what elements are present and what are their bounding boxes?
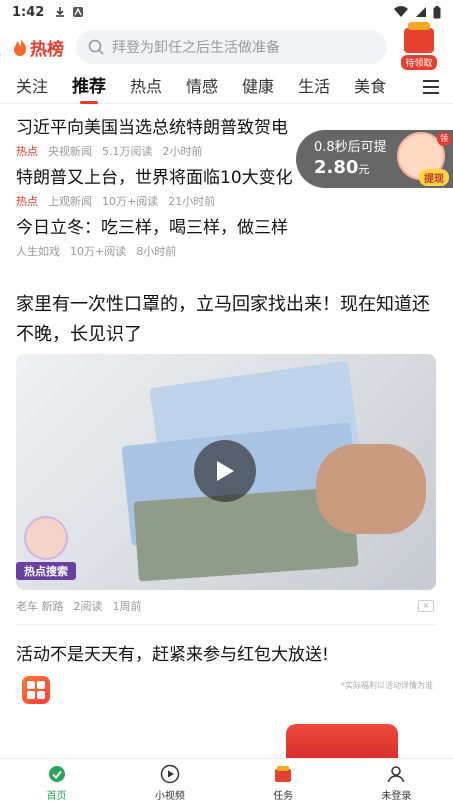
nav-home[interactable]: 首页 <box>0 759 113 806</box>
tab-emotion[interactable]: 情感 <box>186 72 218 104</box>
video-time: 1周前 <box>112 600 142 613</box>
nav-label: 任务 <box>273 791 294 802</box>
logo-text: 热榜 <box>30 39 64 60</box>
flame-icon <box>14 37 27 56</box>
hot-search-badge[interactable]: 热点搜索 <box>16 516 76 580</box>
search-icon <box>88 39 104 55</box>
tab-life[interactable]: 生活 <box>298 72 330 104</box>
promo-note: *实际福利以活动详情为准 <box>341 681 433 690</box>
home-icon <box>46 763 68 785</box>
tab-food[interactable]: 美食 <box>354 72 386 104</box>
news-reads: 10万+阅读 <box>102 195 159 208</box>
status-bar: 1:42 <box>0 0 453 24</box>
download-icon <box>56 7 65 17</box>
hot-tag: 热点 <box>16 195 38 208</box>
header: 热榜 拜登为卸任之后生活做准备 待领取 <box>0 22 453 70</box>
nav-short-video[interactable]: 小视频 <box>113 759 226 806</box>
nav-task[interactable]: 任务 <box>227 759 340 806</box>
news-meta: 热点 上观新闻 10万+阅读 21小时前 <box>16 193 437 209</box>
redpack-widget[interactable]: 0.8秒后可提 2.80元 领 提现 <box>296 130 453 188</box>
video-thumbnail[interactable]: 热点搜索 <box>16 354 436 590</box>
bottom-nav: 首页 小视频 任务 未登录 <box>0 758 453 806</box>
divider <box>16 624 436 625</box>
signal-icon <box>416 7 426 17</box>
nav-label: 首页 <box>46 791 67 802</box>
promo-title[interactable]: 活动不是天天有，赶紧来参与红包大放送! <box>16 640 329 665</box>
nav-profile[interactable]: 未登录 <box>340 759 453 806</box>
play-button[interactable] <box>194 440 256 502</box>
news-meta: 人生如戏 10万+阅读 8小时前 <box>16 243 437 259</box>
notification-icon <box>73 7 84 17</box>
gift-label: 待领取 <box>401 55 437 70</box>
close-icon[interactable]: × <box>418 600 434 612</box>
article-title[interactable]: 家里有一次性口罩的，立马回家找出来！现在知道还不晚，长见识了 <box>16 290 436 350</box>
withdraw-button[interactable]: 提现 <box>419 169 449 186</box>
avatar <box>24 516 68 560</box>
app-logo[interactable]: 热榜 <box>12 35 70 60</box>
play-icon <box>217 461 234 481</box>
battery-icon <box>433 5 441 18</box>
play-circle-icon <box>159 763 181 785</box>
news-source: 上观新闻 <box>48 195 92 208</box>
news-source: 人生如戏 <box>16 245 60 258</box>
video-source: 老车 新路 <box>16 600 64 613</box>
hot-search-label: 热点搜索 <box>16 562 76 580</box>
hand-image <box>316 444 426 534</box>
news-time: 2小时前 <box>162 145 203 158</box>
search-input[interactable]: 拜登为卸任之后生活做准备 <box>76 30 387 64</box>
user-icon <box>385 763 407 785</box>
tab-health[interactable]: 健康 <box>242 72 274 104</box>
hot-tag: 热点 <box>16 145 38 158</box>
status-time: 1:42 <box>12 4 45 20</box>
task-icon <box>272 763 294 785</box>
nav-label: 小视频 <box>154 791 185 802</box>
app-grid-icon <box>22 676 50 704</box>
news-reads: 5.1万阅读 <box>102 145 153 158</box>
gift-button[interactable]: 待领取 <box>397 22 441 70</box>
category-tabs: 关注 推荐 热点 情感 健康 生活 美食 <box>0 72 453 104</box>
news-time: 8小时前 <box>136 245 177 258</box>
news-source: 央视新闻 <box>48 145 92 158</box>
nav-label: 未登录 <box>381 791 412 802</box>
tab-hot[interactable]: 热点 <box>130 72 162 104</box>
tab-follow[interactable]: 关注 <box>16 72 48 104</box>
news-reads: 10万+阅读 <box>70 245 127 258</box>
video-reads: 2阅读 <box>73 600 103 613</box>
redpack-badge: 领 <box>437 132 451 146</box>
search-placeholder: 拜登为卸任之后生活做准备 <box>112 40 280 56</box>
news-title: 今日立冬：吃三样，喝三样，做三样 <box>16 218 288 238</box>
news-time: 21小时前 <box>168 195 216 208</box>
gift-box-icon <box>404 22 434 53</box>
video-meta: 老车 新路 2阅读 1周前 <box>16 598 142 614</box>
menu-icon[interactable] <box>423 80 439 96</box>
status-right <box>393 5 441 19</box>
list-item[interactable]: 今日立冬：吃三样，喝三样，做三样 人生如戏 10万+阅读 8小时前 <box>0 216 453 259</box>
tab-recommend[interactable]: 推荐 <box>72 72 106 104</box>
wifi-icon <box>394 6 408 18</box>
